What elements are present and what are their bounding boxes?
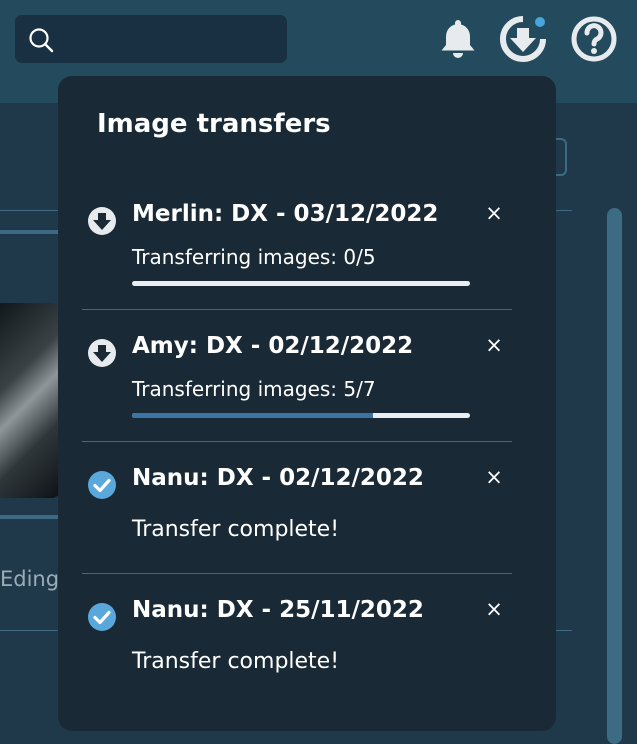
close-button[interactable]: ×	[484, 203, 504, 224]
popover-title: Image transfers	[97, 109, 331, 139]
divider	[82, 441, 512, 442]
divider	[82, 309, 512, 310]
transfer-item: Merlin: DX - 03/12/2022 × Transferring i…	[82, 201, 512, 296]
divider	[0, 210, 60, 211]
close-button[interactable]: ×	[484, 599, 504, 620]
progress-bar	[132, 413, 470, 418]
check-icon	[88, 603, 116, 631]
divider	[556, 630, 572, 631]
divider	[556, 210, 572, 211]
transfer-item: Nanu: DX - 02/12/2022 × Transfer complet…	[82, 465, 512, 560]
xray-image-thumbnail[interactable]	[0, 303, 60, 498]
progress-fill	[132, 413, 374, 418]
transfer-status: Transferring images: 0/5	[132, 245, 376, 269]
download-icon	[88, 207, 116, 235]
transfer-status: Transfer complete!	[132, 517, 340, 542]
transfer-title: Nanu: DX - 02/12/2022	[132, 465, 424, 491]
image-card-border-top	[0, 230, 60, 234]
divider	[0, 630, 60, 631]
progress-bar	[132, 281, 470, 286]
image-card-border-bottom	[0, 515, 60, 519]
help-icon[interactable]	[571, 16, 617, 62]
transfer-title: Merlin: DX - 03/12/2022	[132, 201, 439, 227]
divider	[82, 573, 512, 574]
search-input[interactable]	[15, 15, 287, 63]
transfer-item: Nanu: DX - 25/11/2022 × Transfer complet…	[82, 597, 512, 692]
transfer-item: Amy: DX - 02/12/2022 × Transferring imag…	[82, 333, 512, 428]
scrollbar[interactable]	[607, 208, 622, 744]
bell-icon[interactable]	[435, 16, 481, 62]
search-icon	[29, 28, 54, 53]
transfer-title: Amy: DX - 02/12/2022	[132, 333, 414, 359]
download-icon[interactable]	[500, 16, 546, 62]
check-icon	[88, 471, 116, 499]
close-button[interactable]: ×	[484, 335, 504, 356]
image-transfers-popover: Image transfers Merlin: DX - 03/12/2022 …	[58, 76, 556, 731]
transfer-status: Transfer complete!	[132, 649, 340, 674]
transfer-status: Transferring images: 5/7	[132, 377, 376, 401]
download-icon	[88, 339, 116, 367]
close-button[interactable]: ×	[484, 467, 504, 488]
patient-name-partial: Edinge	[0, 567, 60, 591]
transfer-title: Nanu: DX - 25/11/2022	[132, 597, 424, 623]
